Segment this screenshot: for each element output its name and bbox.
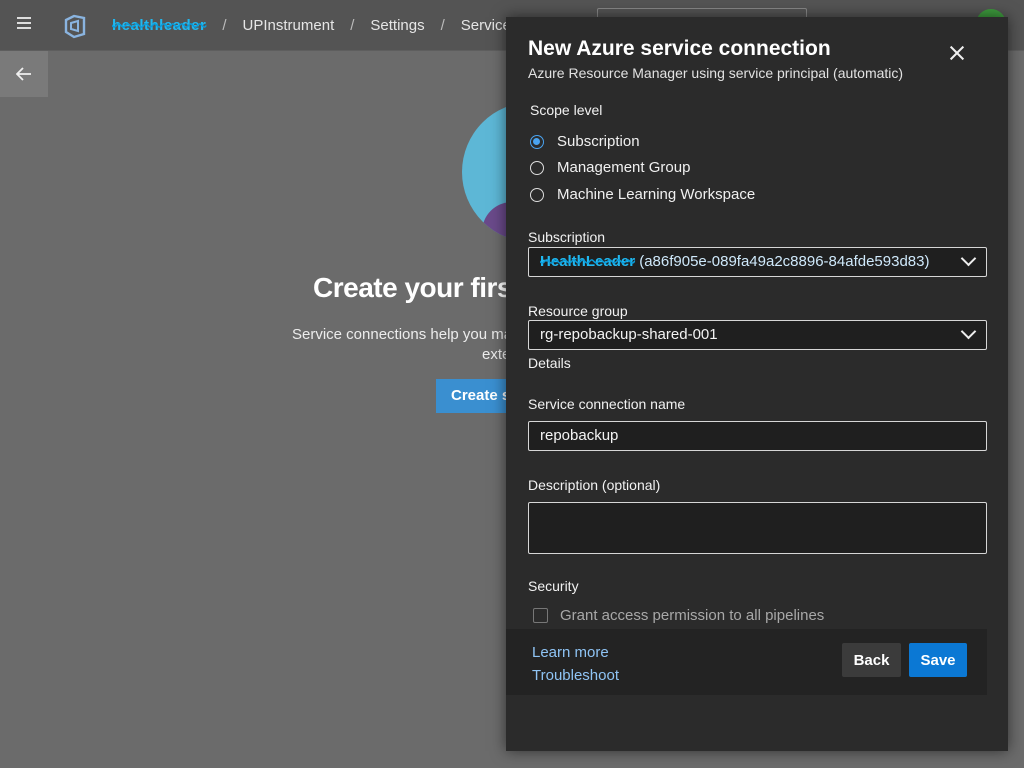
subscription-dropdown[interactable]: HealthLeader (a86f905e-089fa49a2c8896-84… [528,247,987,277]
resource-group-dropdown[interactable]: rg-repobackup-shared-001 [528,320,987,350]
resource-group-value: rg-repobackup-shared-001 [540,326,718,343]
radio-label: Machine Learning Workspace [557,186,756,203]
grant-access-checkbox-row[interactable]: Grant access permission to all pipelines [533,607,824,624]
empty-state-description: Service connections help you mar [292,326,518,343]
radio-label: Subscription [557,133,640,150]
new-service-connection-panel: New Azure service connection Azure Resou… [506,17,1008,751]
breadcrumb-separator: / [222,16,227,34]
breadcrumb-org[interactable]: healthleader [112,17,206,34]
breadcrumb-separator: / [440,16,445,34]
service-connection-name-input[interactable]: repobackup [528,421,987,451]
grant-access-label: Grant access permission to all pipelines [560,607,825,624]
scope-level-label: Scope level [530,102,603,118]
breadcrumb: healthleader / UPInstrument / Settings /… [112,0,522,50]
breadcrumb-separator: / [350,16,355,34]
details-label: Details [528,355,571,371]
description-textarea[interactable] [528,502,987,554]
radio-button[interactable] [530,160,544,175]
back-button[interactable]: Back [842,643,901,677]
panel-title: New Azure service connection [528,37,831,60]
scope-radio-subscription[interactable]: Subscription [530,133,640,150]
save-button[interactable]: Save [909,643,967,677]
description-label: Description (optional) [528,477,661,493]
panel-subtitle: Azure Resource Manager using service pri… [528,65,904,81]
hamburger-icon[interactable] [17,17,31,29]
arrow-left-icon [16,67,31,81]
grant-access-checkbox[interactable] [533,608,548,623]
azure-devops-logo[interactable] [62,13,88,39]
learn-more-link[interactable]: Learn more [532,644,609,661]
back-arrow-button[interactable] [0,51,48,97]
resource-group-label: Resource group [528,303,628,319]
panel-footer: Learn more Troubleshoot Back Save [506,629,987,695]
scope-radio-management-group[interactable]: Management Group [530,159,690,176]
chevron-down-icon [960,250,977,267]
security-label: Security [528,578,579,594]
subscription-label: Subscription [528,229,606,245]
radio-label: Management Group [557,159,691,176]
radio-button[interactable] [530,187,544,202]
subscription-value: HealthLeader (a86f905e-089fa49a2c8896-84… [540,253,930,270]
service-connection-name-label: Service connection name [528,396,686,412]
empty-state-title: Create your firs [313,272,512,303]
troubleshoot-link[interactable]: Troubleshoot [532,667,619,684]
scope-radio-ml-workspace[interactable]: Machine Learning Workspace [530,186,755,203]
breadcrumb-settings[interactable]: Settings [370,17,424,34]
close-icon[interactable] [948,44,966,62]
create-service-connection-button[interactable]: Create s [436,379,516,413]
radio-button[interactable] [530,134,544,149]
breadcrumb-project[interactable]: UPInstrument [243,17,335,34]
chevron-down-icon [960,323,977,340]
